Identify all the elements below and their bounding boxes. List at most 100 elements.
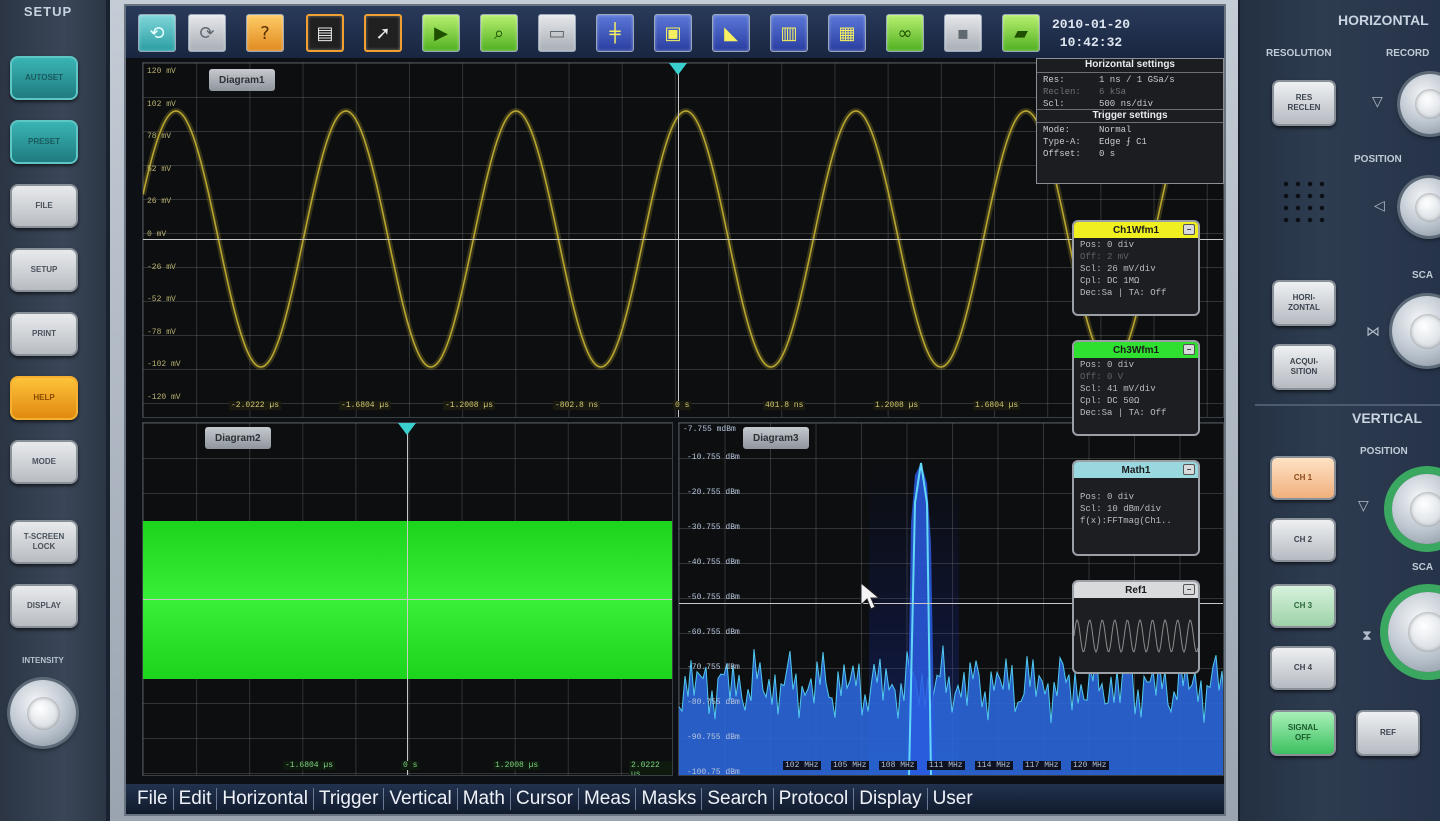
vertical-section-title: VERTICAL bbox=[1352, 410, 1422, 426]
menu-protocol[interactable]: Protocol bbox=[774, 788, 855, 810]
channel-info-row: Pos: 0 div bbox=[1080, 360, 1135, 370]
diagram3-y-tick: -90.755 dBm bbox=[687, 733, 740, 742]
ch2-button[interactable]: CH 2 bbox=[1270, 518, 1336, 562]
diagram2-trigger-marker[interactable] bbox=[398, 423, 416, 435]
left-control-panel: SETUP AUTOSET PRESET FILE SETUP PRINT HELP MOD… bbox=[0, 0, 106, 821]
info-row: Res: 1 ns / 1 GSa/s bbox=[1037, 73, 1223, 85]
res-reclen-button[interactable]: RES RECLEN bbox=[1272, 80, 1336, 126]
menu-display[interactable]: Display bbox=[854, 788, 928, 810]
diagram1-y-tick: 120 mV bbox=[147, 67, 176, 76]
mask-icon[interactable]: ◣ bbox=[712, 14, 750, 52]
play-trace-icon[interactable]: ▶ bbox=[422, 14, 460, 52]
channel-panel-ch3wfm1[interactable]: Ch3Wfm1 − Pos: 0 div Off: 0 V Scl: 41 mV/div… bbox=[1072, 340, 1200, 436]
diagram3-y-tick: -100.75 dBm bbox=[687, 768, 740, 776]
diagram2-waveform-band bbox=[143, 521, 672, 679]
menu-math[interactable]: Math bbox=[458, 788, 511, 810]
menu-file[interactable]: File bbox=[132, 788, 174, 810]
menu-trigger[interactable]: Trigger bbox=[314, 788, 385, 810]
diagram1-y-tick: 78 mV bbox=[147, 132, 172, 142]
menu-cursor[interactable]: Cursor bbox=[511, 788, 579, 810]
v-position-knob[interactable] bbox=[1392, 474, 1440, 544]
intensity-knob[interactable] bbox=[10, 680, 76, 746]
channel-panel-ch1wfm1[interactable]: Ch1Wfm1 − Pos: 0 div Off: 2 mV Scl: 26 mV/di… bbox=[1072, 220, 1200, 316]
minimize-icon[interactable]: − bbox=[1183, 344, 1195, 355]
diagram2-x-tick: 1.2008 µs bbox=[493, 761, 541, 770]
ch1-button[interactable]: CH 1 bbox=[1270, 456, 1336, 500]
diagram3-tab[interactable]: Diagram3 bbox=[743, 427, 809, 449]
menu-horizontal[interactable]: Horizontal bbox=[217, 788, 314, 810]
menu-meas[interactable]: Meas bbox=[579, 788, 637, 810]
channel-name: Ref1 bbox=[1125, 584, 1147, 596]
menu-search[interactable]: Search bbox=[702, 788, 774, 810]
minimize-icon[interactable]: − bbox=[1183, 224, 1195, 235]
channel-panel-header[interactable]: Math1 − bbox=[1074, 462, 1198, 478]
v-scale-knob[interactable] bbox=[1388, 592, 1440, 672]
search-binoculars-icon[interactable]: ∞ bbox=[886, 14, 924, 52]
trigger-settings-title: Trigger settings bbox=[1037, 109, 1223, 123]
channel-panel-math1[interactable]: Math1 − Pos: 0 div Scl: 10 dBm/div f(x):FFTm… bbox=[1072, 460, 1200, 556]
diagram2-zero-line bbox=[143, 599, 672, 600]
diagram2-x-tick: 2.0222 µs bbox=[629, 761, 672, 775]
left-button-3[interactable]: SETUP bbox=[10, 248, 78, 292]
left-button-6[interactable]: MODE bbox=[10, 440, 78, 484]
diagram1-y-tick: -78 mV bbox=[147, 327, 176, 337]
diagram3-y-tick: -50.755 dBm bbox=[687, 593, 740, 602]
diagram3-y-tick: -30.755 dBm bbox=[687, 523, 740, 532]
minimize-icon[interactable]: − bbox=[1183, 464, 1195, 475]
left-button-4[interactable]: PRINT bbox=[10, 312, 78, 356]
signal-off-button[interactable]: SIGNAL OFF bbox=[1270, 710, 1336, 756]
diagram3-x-tick: 108 MHz bbox=[879, 761, 917, 770]
left-button-7[interactable]: T-SCREEN LOCK bbox=[10, 520, 78, 564]
diagram3-y-tick: -80.755 dBm bbox=[687, 698, 740, 707]
left-button-2[interactable]: FILE bbox=[10, 184, 78, 228]
delete-icon[interactable]: ▪ bbox=[944, 14, 982, 52]
h-position-knob[interactable] bbox=[1400, 178, 1440, 236]
h-scale-knob[interactable] bbox=[1392, 296, 1440, 366]
ch3-button[interactable]: CH 3 bbox=[1270, 584, 1336, 628]
horizontal-button[interactable]: HORI- ZONTAL bbox=[1272, 280, 1336, 326]
left-button-0[interactable]: AUTOSET bbox=[10, 56, 78, 100]
diagram1-x-tick: -802.8 ns bbox=[553, 401, 601, 410]
channel-panel-header[interactable]: Ref1 − bbox=[1074, 582, 1198, 598]
undo-arrow-icon[interactable]: ⟲ bbox=[138, 14, 176, 52]
cursor-lines-icon[interactable]: ╪ bbox=[596, 14, 634, 52]
diagram1-tab[interactable]: Diagram1 bbox=[209, 69, 275, 91]
channel-panel-header[interactable]: Ch3Wfm1 − bbox=[1074, 342, 1198, 358]
pointer-icon[interactable]: ➚ bbox=[364, 14, 402, 52]
menu-masks[interactable]: Masks bbox=[636, 788, 703, 810]
ch4-button[interactable]: CH 4 bbox=[1270, 646, 1336, 690]
help-icon[interactable]: ? bbox=[246, 14, 284, 52]
resolution-knob[interactable] bbox=[1400, 74, 1440, 134]
ref1-waveform-icon bbox=[1073, 618, 1199, 654]
trigger-position-marker[interactable] bbox=[669, 63, 687, 75]
resolution-down-icon: ▽ bbox=[1372, 94, 1383, 110]
redo-arrow-icon[interactable]: ⟳ bbox=[188, 14, 226, 52]
diagram1-y-tick: 52 mV bbox=[147, 164, 172, 174]
acquisition-button[interactable]: ACQUI- SITION bbox=[1272, 344, 1336, 390]
channel-info-row: f(x):FFTmag(Ch1.. bbox=[1080, 516, 1172, 526]
zoom-icon[interactable]: ⌕ bbox=[480, 14, 518, 52]
channel-panel-header[interactable]: Ch1Wfm1 − bbox=[1074, 222, 1198, 238]
diagram1-trigger-line bbox=[678, 63, 679, 417]
menu-edit[interactable]: Edit bbox=[174, 788, 218, 810]
info-row-value: 0 s bbox=[1099, 149, 1116, 159]
ref-button[interactable]: REF bbox=[1356, 710, 1420, 756]
diagram2-plot[interactable]: Diagram2 -1.6804 µs 0 s 1.2008 µs 2.0222 µs bbox=[142, 422, 673, 776]
minimize-icon[interactable]: − bbox=[1183, 584, 1195, 595]
diagram2-tab[interactable]: Diagram2 bbox=[205, 427, 271, 449]
diagram1-x-tick: 1.6804 µs bbox=[973, 401, 1021, 410]
left-button-1[interactable]: PRESET bbox=[10, 120, 78, 164]
spectrum-icon[interactable]: ▦ bbox=[828, 14, 866, 52]
menu-vertical[interactable]: Vertical bbox=[384, 788, 458, 810]
diagram1-y-tick: 0 mV bbox=[147, 230, 167, 239]
histogram-icon[interactable]: ▥ bbox=[770, 14, 808, 52]
left-button-8[interactable]: DISPLAY bbox=[10, 584, 78, 628]
measure-box-icon[interactable]: ▣ bbox=[654, 14, 692, 52]
disabled-icon[interactable]: ▭ bbox=[538, 14, 576, 52]
screenshot-icon[interactable]: ▰ bbox=[1002, 14, 1040, 52]
diagram3-y-tick: -10.755 dBm bbox=[687, 453, 740, 462]
toolbar-config-icon[interactable]: ▤ bbox=[306, 14, 344, 52]
left-button-5[interactable]: HELP bbox=[10, 376, 78, 420]
menu-user[interactable]: User bbox=[928, 788, 978, 810]
diagram1-x-tick: 0 s bbox=[673, 401, 692, 410]
